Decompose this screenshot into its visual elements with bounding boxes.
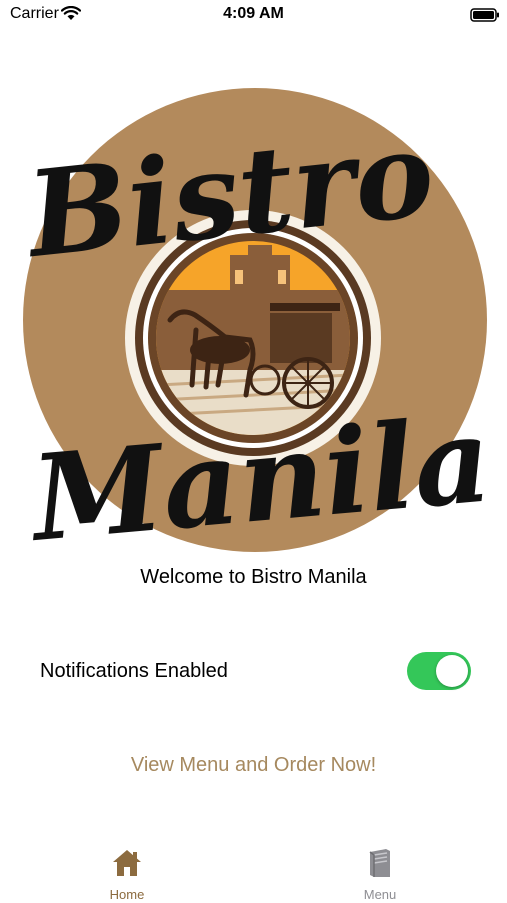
clock: 4:09 AM — [223, 5, 284, 22]
bistro-manila-logo: Bistro Manila — [18, 85, 496, 568]
tab-home[interactable]: Home — [77, 843, 177, 903]
notifications-toggle[interactable] — [407, 652, 471, 690]
battery-icon — [470, 8, 500, 27]
status-bar: Carrier 4:09 AM — [0, 0, 507, 30]
toggle-knob — [436, 655, 468, 687]
tab-menu[interactable]: Menu — [330, 843, 430, 903]
welcome-text: Welcome to Bistro Manila — [140, 566, 367, 588]
menu-book-icon — [369, 849, 390, 877]
home-icon — [113, 850, 141, 876]
notifications-label: Notifications Enabled — [40, 660, 228, 682]
tab-bar: Home Menu — [0, 835, 507, 903]
view-menu-button[interactable]: View Menu and Order Now! — [0, 754, 507, 777]
